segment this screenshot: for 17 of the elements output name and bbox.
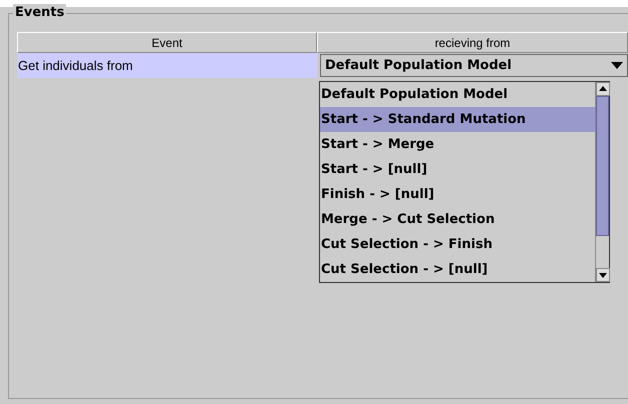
dropdown-item[interactable]: Cut Selection - > [null] xyxy=(320,257,595,282)
scroll-thumb[interactable] xyxy=(596,96,609,236)
dropdown-item[interactable]: Start - > [null] xyxy=(320,157,595,182)
table-cell: Get individuals from xyxy=(17,53,317,78)
column-header[interactable]: Event xyxy=(17,32,317,53)
column-header[interactable]: recieving from xyxy=(317,32,628,53)
dropdown-item[interactable]: Start - > Merge xyxy=(320,132,595,157)
dropdown-item[interactable]: Finish - > [null] xyxy=(320,182,595,207)
scrollbar[interactable] xyxy=(595,82,609,282)
scroll-down-icon[interactable] xyxy=(596,268,610,282)
dropdown-arrow-icon xyxy=(611,62,623,70)
combo-box[interactable]: Default Population Model xyxy=(320,54,628,77)
dropdown-item[interactable]: Merge - > Cut Selection xyxy=(320,207,595,232)
dropdown-item[interactable]: Default Population Model xyxy=(320,82,595,107)
dropdown-item[interactable]: Start - > Standard Mutation xyxy=(320,107,595,132)
scroll-up-icon[interactable] xyxy=(596,82,610,96)
dropdown-item[interactable]: Cut Selection - > Finish xyxy=(320,232,595,257)
